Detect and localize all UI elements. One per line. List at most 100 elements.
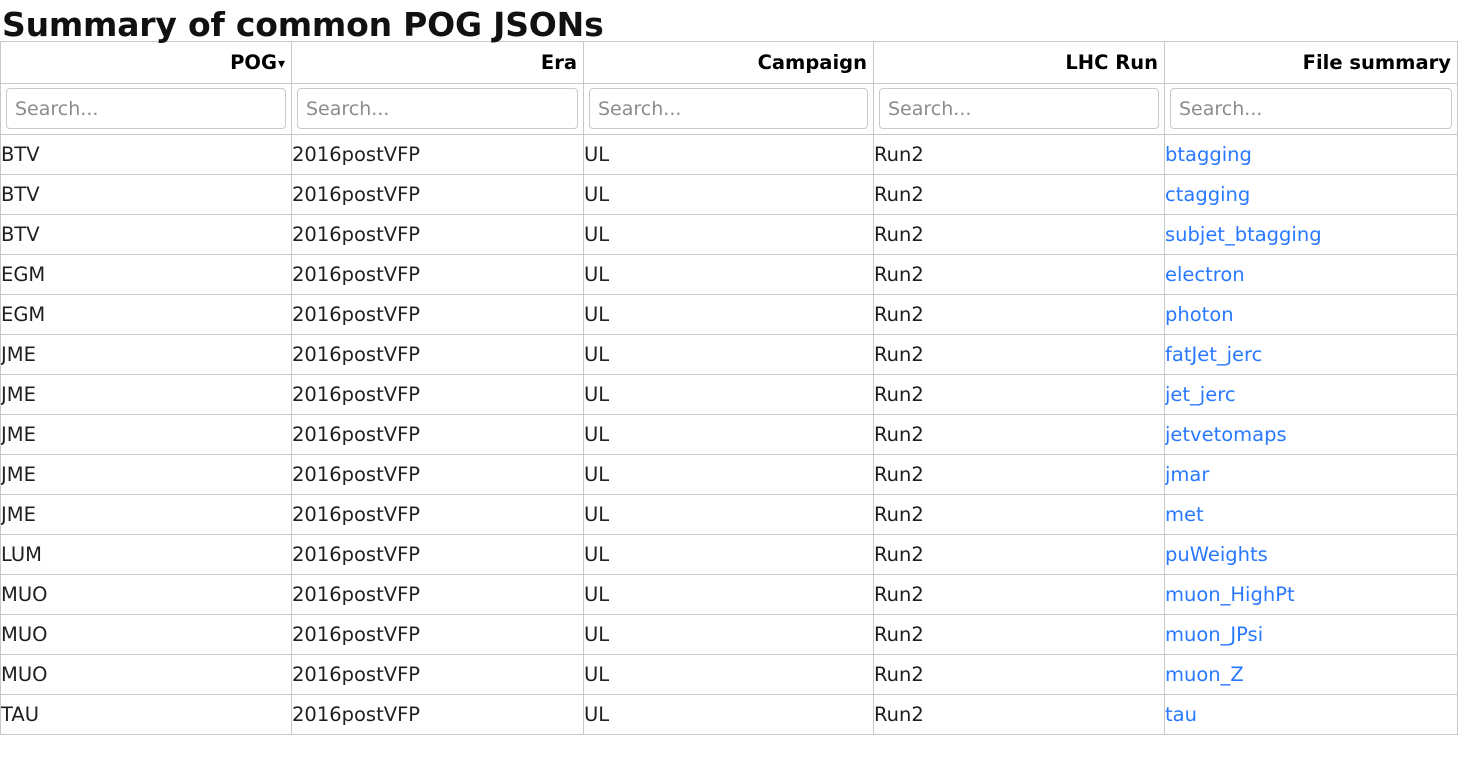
table-row: MUO 2016postVFP UL Run2 muon_HighPt	[0, 574, 1458, 615]
cell-campaign: UL	[583, 694, 874, 735]
cell-pog: LUM	[0, 534, 292, 575]
file-summary-link[interactable]: photon	[1166, 303, 1234, 326]
cell-lhc-run: Run2	[873, 694, 1165, 735]
cell-era: 2016postVFP	[291, 414, 584, 455]
cell-campaign: UL	[583, 454, 874, 495]
cell-era: 2016postVFP	[291, 694, 584, 735]
cell-pog: EGM	[0, 254, 292, 295]
cell-campaign: UL	[583, 374, 874, 415]
file-summary-link[interactable]: jmar	[1166, 463, 1210, 486]
search-input-pog[interactable]	[6, 88, 286, 129]
cell-era: 2016postVFP	[291, 214, 584, 255]
cell-lhc-run: Run2	[873, 614, 1165, 655]
file-summary-link[interactable]: muon_JPsi	[1166, 623, 1264, 646]
column-header-pog-label: POG	[230, 51, 277, 74]
cell-campaign: UL	[583, 174, 874, 215]
cell-campaign: UL	[583, 494, 874, 535]
cell-file-summary: muon_Z	[1164, 654, 1458, 695]
table-head: POG ▾ Era Campaign LHC Run File summary …	[0, 41, 1458, 135]
table-row: JME 2016postVFP UL Run2 jet_jerc	[0, 374, 1458, 415]
cell-file-summary: tau	[1164, 694, 1458, 735]
file-summary-link[interactable]: jet_jerc	[1166, 383, 1236, 406]
table-row: TAU 2016postVFP UL Run2 tau	[0, 694, 1458, 735]
cell-pog: MUO	[0, 574, 292, 615]
cell-lhc-run: Run2	[873, 134, 1165, 175]
cell-file-summary: muon_JPsi	[1164, 614, 1458, 655]
cell-era: 2016postVFP	[291, 174, 584, 215]
file-summary-link[interactable]: btagging	[1166, 143, 1252, 166]
page-title: Summary of common POG JSONs	[2, 5, 604, 44]
cell-lhc-run: Run2	[873, 334, 1165, 375]
filter-cell-era	[291, 83, 584, 135]
filter-cell-pog	[0, 83, 292, 135]
file-summary-link[interactable]: subjet_btagging	[1166, 223, 1322, 246]
cell-pog: BTV	[0, 134, 292, 175]
column-header-campaign-label: Campaign	[757, 51, 867, 74]
search-input-lhc-run[interactable]	[879, 88, 1159, 129]
cell-file-summary: met	[1164, 494, 1458, 535]
cell-campaign: UL	[583, 294, 874, 335]
table-row: JME 2016postVFP UL Run2 met	[0, 494, 1458, 535]
cell-pog: MUO	[0, 654, 292, 695]
file-summary-link[interactable]: met	[1166, 503, 1204, 526]
cell-pog: TAU	[0, 694, 292, 735]
cell-file-summary: photon	[1164, 294, 1458, 335]
cell-campaign: UL	[583, 614, 874, 655]
cell-pog: EGM	[0, 294, 292, 335]
file-summary-link[interactable]: muon_Z	[1166, 663, 1244, 686]
table-row: MUO 2016postVFP UL Run2 muon_JPsi	[0, 614, 1458, 655]
table-row: BTV 2016postVFP UL Run2 ctagging	[0, 174, 1458, 215]
file-summary-link[interactable]: electron	[1166, 263, 1245, 286]
column-filter-row	[0, 83, 1458, 135]
file-summary-link[interactable]: ctagging	[1166, 183, 1251, 206]
cell-campaign: UL	[583, 214, 874, 255]
cell-lhc-run: Run2	[873, 374, 1165, 415]
column-header-era[interactable]: Era	[291, 41, 584, 84]
column-header-file-summary[interactable]: File summary	[1164, 41, 1458, 84]
cell-era: 2016postVFP	[291, 534, 584, 575]
cell-era: 2016postVFP	[291, 494, 584, 535]
column-header-lhc-run-label: LHC Run	[1065, 51, 1158, 74]
cell-lhc-run: Run2	[873, 294, 1165, 335]
cell-era: 2016postVFP	[291, 294, 584, 335]
search-input-file-summary[interactable]	[1170, 88, 1452, 129]
cell-campaign: UL	[583, 334, 874, 375]
cell-era: 2016postVFP	[291, 254, 584, 295]
cell-campaign: UL	[583, 254, 874, 295]
cell-lhc-run: Run2	[873, 454, 1165, 495]
cell-era: 2016postVFP	[291, 574, 584, 615]
table-row: EGM 2016postVFP UL Run2 photon	[0, 294, 1458, 335]
filter-cell-campaign	[583, 83, 874, 135]
file-summary-link[interactable]: tau	[1166, 703, 1197, 726]
cell-era: 2016postVFP	[291, 454, 584, 495]
cell-era: 2016postVFP	[291, 334, 584, 375]
cell-lhc-run: Run2	[873, 214, 1165, 255]
cell-era: 2016postVFP	[291, 654, 584, 695]
file-summary-link[interactable]: muon_HighPt	[1166, 583, 1295, 606]
table-container: POG ▾ Era Campaign LHC Run File summary …	[0, 41, 1458, 735]
column-header-lhc-run[interactable]: LHC Run	[873, 41, 1165, 84]
file-summary-link[interactable]: fatJet_jerc	[1166, 343, 1263, 366]
column-header-pog[interactable]: POG ▾	[0, 41, 292, 84]
cell-lhc-run: Run2	[873, 174, 1165, 215]
cell-campaign: UL	[583, 574, 874, 615]
column-header-row: POG ▾ Era Campaign LHC Run File summary	[0, 41, 1458, 84]
cell-lhc-run: Run2	[873, 534, 1165, 575]
cell-campaign: UL	[583, 134, 874, 175]
cell-era: 2016postVFP	[291, 134, 584, 175]
cell-lhc-run: Run2	[873, 574, 1165, 615]
cell-pog: JME	[0, 334, 292, 375]
column-header-era-label: Era	[540, 51, 577, 74]
file-summary-link[interactable]: jetvetomaps	[1166, 423, 1287, 446]
cell-file-summary: muon_HighPt	[1164, 574, 1458, 615]
cell-lhc-run: Run2	[873, 494, 1165, 535]
cell-pog: JME	[0, 414, 292, 455]
search-input-campaign[interactable]	[589, 88, 868, 129]
file-summary-link[interactable]: puWeights	[1166, 543, 1268, 566]
cell-lhc-run: Run2	[873, 254, 1165, 295]
cell-file-summary: subjet_btagging	[1164, 214, 1458, 255]
cell-lhc-run: Run2	[873, 654, 1165, 695]
table-row: JME 2016postVFP UL Run2 jetvetomaps	[0, 414, 1458, 455]
search-input-era[interactable]	[297, 88, 578, 129]
column-header-campaign[interactable]: Campaign	[583, 41, 874, 84]
